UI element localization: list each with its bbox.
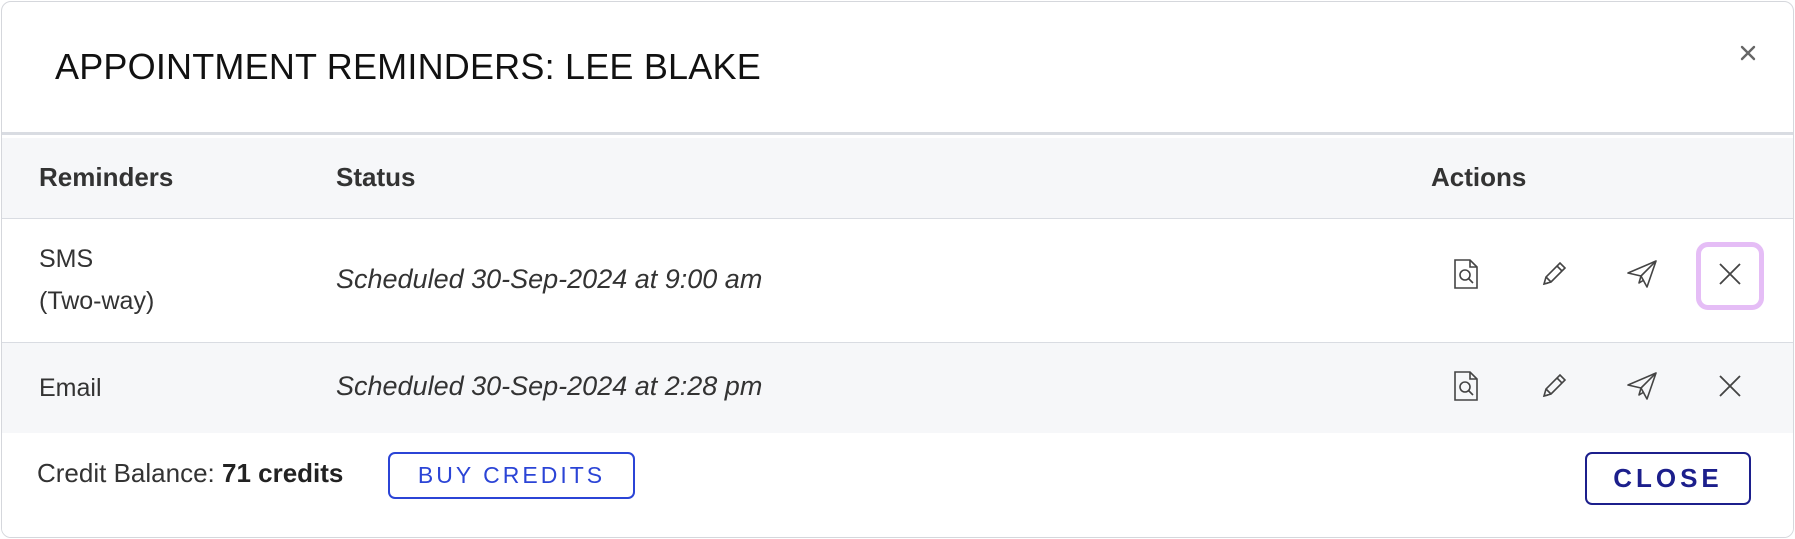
credit-balance-value: 71 credits [221, 458, 344, 488]
delete-icon [1717, 261, 1743, 292]
send-button[interactable] [1608, 242, 1676, 310]
close-button[interactable]: CLOSE [1585, 452, 1751, 505]
reminder-status: Scheduled 30-Sep-2024 at 9:00 am [336, 264, 763, 294]
column-header-status: Status [336, 162, 416, 192]
reminder-type-line2: (Two-way) [39, 287, 155, 315]
column-header-actions: Actions [1431, 162, 1527, 192]
buy-credits-button[interactable]: BUY CREDITS [388, 452, 635, 499]
preview-icon [1452, 370, 1480, 407]
reminder-type: SMS (Two-way) [39, 238, 219, 322]
send-icon [1625, 370, 1659, 407]
preview-button[interactable] [1432, 354, 1500, 422]
credit-balance-label: Credit Balance: [37, 458, 222, 488]
edit-button[interactable] [1520, 242, 1588, 310]
preview-button[interactable] [1432, 242, 1500, 310]
credit-balance: Credit Balance: 71 credits [37, 458, 343, 489]
delete-button[interactable] [1696, 242, 1764, 310]
reminder-type-line1: SMS [39, 245, 94, 273]
modal-title: APPOINTMENT REMINDERS: LEE BLAKE [55, 46, 761, 87]
modal-header: APPOINTMENT REMINDERS: LEE BLAKE [2, 2, 1793, 135]
delete-icon [1717, 373, 1743, 404]
send-icon [1625, 258, 1659, 295]
table-header: Reminders Status Actions [2, 138, 1793, 219]
reminders-modal: APPOINTMENT REMINDERS: LEE BLAKE Reminde… [1, 1, 1794, 538]
table-row: Email Scheduled 30-Sep-2024 at 2:28 pm [2, 343, 1793, 433]
send-button[interactable] [1608, 354, 1676, 422]
reminder-type: Email [39, 374, 102, 402]
delete-button[interactable] [1696, 354, 1764, 422]
edit-icon [1538, 258, 1570, 295]
modal-footer: Credit Balance: 71 credits BUY CREDITS C… [2, 434, 1793, 537]
edit-icon [1538, 370, 1570, 407]
table-row: SMS (Two-way) Scheduled 30-Sep-2024 at 9… [2, 219, 1793, 343]
reminder-status: Scheduled 30-Sep-2024 at 2:28 pm [336, 371, 763, 401]
reminders-table: Reminders Status Actions SMS (Two-way) S… [2, 138, 1793, 433]
preview-icon [1452, 258, 1480, 295]
column-header-reminders: Reminders [39, 162, 174, 192]
close-icon[interactable] [1737, 42, 1759, 64]
edit-button[interactable] [1520, 354, 1588, 422]
